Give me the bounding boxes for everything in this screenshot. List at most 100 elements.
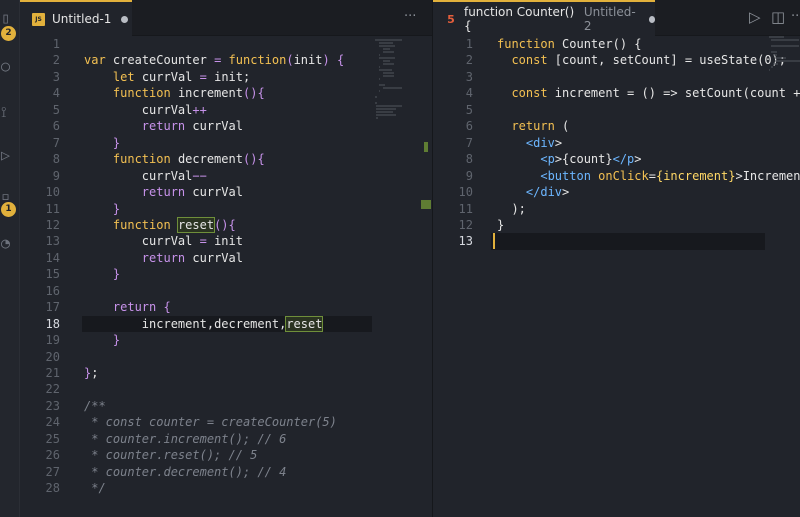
line-number: 1 — [52, 37, 60, 51]
code-text: }; — [84, 366, 99, 380]
code-line[interactable]: 8 function decrement(){ — [20, 151, 432, 167]
code-line[interactable]: 20 — [20, 349, 432, 365]
run-icon[interactable]: ▷ — [749, 8, 761, 26]
code-text: let currVal = init; — [112, 69, 251, 84]
line-number: 13 — [45, 234, 60, 249]
code-text: const increment = () => setCount(count + — [511, 86, 800, 101]
line-number: 3 — [465, 69, 473, 84]
minimap-line — [383, 60, 390, 62]
line-number: 26 — [45, 448, 60, 463]
left-minimap[interactable] — [375, 36, 417, 120]
code-line[interactable]: 4 const increment = () => setCount(count… — [433, 85, 800, 101]
more-actions-icon[interactable]: ··· — [791, 9, 800, 24]
line-number: 15 — [45, 267, 60, 282]
code-line[interactable]: 3 — [433, 69, 800, 85]
tab-untitled-1[interactable]: JS Untitled-1 — [20, 0, 132, 36]
minimap-line — [376, 114, 397, 116]
code-line[interactable]: 10 </div> — [433, 184, 800, 200]
code-line[interactable]: 13 — [433, 233, 800, 250]
line-number: 7 — [52, 135, 60, 150]
minimap-line — [379, 57, 395, 59]
code-line[interactable]: 19 } — [20, 332, 432, 348]
code-text: } — [112, 267, 121, 282]
code-line[interactable]: 5 — [433, 102, 800, 118]
left-tab-bar: JS Untitled-1 ··· — [20, 0, 432, 36]
code-text: var createCounter = function(init) { — [84, 53, 345, 68]
minimap-line — [383, 48, 390, 50]
code-line[interactable]: 9 <button onClick={increment}>Incremen — [433, 168, 800, 184]
code-line[interactable]: 12} — [433, 217, 800, 233]
source-control-icon[interactable]: ⟟ — [0, 103, 20, 125]
line-number: 23 — [45, 398, 60, 413]
unsaved-dot-icon[interactable] — [121, 15, 129, 23]
tab-title: Untitled-1 — [52, 12, 112, 26]
line-number: 8 — [465, 152, 473, 167]
minimap-line — [383, 75, 394, 77]
code-line[interactable]: 23 /** — [20, 398, 432, 414]
code-text: ); — [497, 201, 526, 216]
code-line[interactable]: 18 increment,decrement,reset — [20, 315, 432, 333]
code-line[interactable]: 11 } — [20, 201, 432, 217]
code-line[interactable]: 2 var createCounter = function(init) { — [20, 52, 432, 68]
code-line[interactable]: 12 function reset(){ — [20, 216, 432, 233]
code-line[interactable]: 27 * counter.decrement(); // 4 — [20, 464, 432, 480]
code-line[interactable]: 16 — [20, 283, 432, 299]
code-line[interactable]: 17 return { — [20, 299, 432, 315]
code-line[interactable]: 1 — [20, 36, 432, 52]
left-scroll-marker — [424, 142, 428, 152]
code-line[interactable]: 3 let currVal = init; — [20, 69, 432, 85]
minimap-line — [769, 36, 784, 38]
code-line[interactable]: 22 — [20, 381, 432, 397]
split-editor-icon[interactable]: ◫ — [771, 8, 785, 26]
minimap-line — [379, 90, 380, 92]
line-number: 8 — [52, 152, 60, 167]
javascript-file-icon: JS — [32, 12, 45, 26]
more-actions-icon[interactable]: ··· — [404, 9, 416, 24]
code-line[interactable]: 4 function increment(){ — [20, 85, 432, 101]
code-line[interactable]: 7 <div> — [433, 135, 800, 151]
left-code-editor[interactable]: 1 2 var createCounter = function(init) {3 … — [20, 36, 432, 517]
code-line[interactable]: 25 * counter.increment(); // 6 — [20, 431, 432, 447]
code-line[interactable]: 24 * const counter = createCounter(5) — [20, 414, 432, 430]
unsaved-dot-icon[interactable] — [648, 15, 655, 23]
line-number: 11 — [45, 201, 60, 216]
code-line[interactable]: 21}; — [20, 365, 432, 381]
activity-bar: ▯ 2 ○ ⟟ ▷ ▫ 1 ◔ — [0, 0, 20, 517]
remote-icon[interactable]: ◔ — [0, 234, 20, 256]
code-text: currVal++ — [141, 102, 207, 117]
run-icon[interactable]: ▷ — [0, 146, 20, 168]
minimap-line — [775, 57, 786, 59]
minimap-line — [376, 105, 402, 107]
minimap-line — [379, 54, 380, 56]
code-line[interactable]: 10 return currVal — [20, 184, 432, 200]
code-line[interactable]: 13 currVal = init — [20, 233, 432, 249]
code-line[interactable]: 1 function Counter() { — [433, 36, 800, 52]
minimap-line — [379, 84, 385, 86]
right-minimap[interactable] — [769, 36, 800, 75]
code-line[interactable]: 14 return currVal — [20, 250, 432, 266]
code-text: return currVal — [141, 250, 243, 265]
search-icon[interactable]: ○ — [0, 57, 20, 79]
code-line[interactable]: 7 } — [20, 135, 432, 151]
code-line[interactable]: 8 <p>{count}</p> — [433, 151, 800, 167]
left-scroll-marker-2 — [421, 200, 431, 209]
code-line[interactable]: 11 ); — [433, 201, 800, 217]
code-line[interactable]: 9 currVal−− — [20, 168, 432, 184]
right-code-editor[interactable]: 1 function Counter() {2 const [count, set… — [433, 36, 800, 517]
code-line[interactable]: 26 * counter.reset(); // 5 — [20, 447, 432, 463]
code-line[interactable]: 28 */ — [20, 480, 432, 496]
code-line[interactable]: 2 const [count, setCount] = useState(0); — [433, 52, 800, 68]
minimap-line — [376, 117, 378, 119]
tab-untitled-2[interactable]: 5 function Counter() { Untitled-2 — [433, 0, 655, 36]
code-line[interactable]: 5 currVal++ — [20, 102, 432, 118]
code-line[interactable]: 6 return ( — [433, 118, 800, 134]
code-text: } — [112, 135, 121, 150]
code-text: const [count, setCount] = useState(0); — [511, 53, 786, 68]
line-number: 12 — [45, 217, 60, 232]
minimap-line — [375, 102, 378, 104]
code-line[interactable]: 15 } — [20, 266, 432, 282]
minimap-line — [771, 51, 777, 53]
line-number: 7 — [465, 135, 473, 150]
code-line[interactable]: 6 return currVal — [20, 118, 432, 134]
minimap-line — [773, 63, 778, 65]
